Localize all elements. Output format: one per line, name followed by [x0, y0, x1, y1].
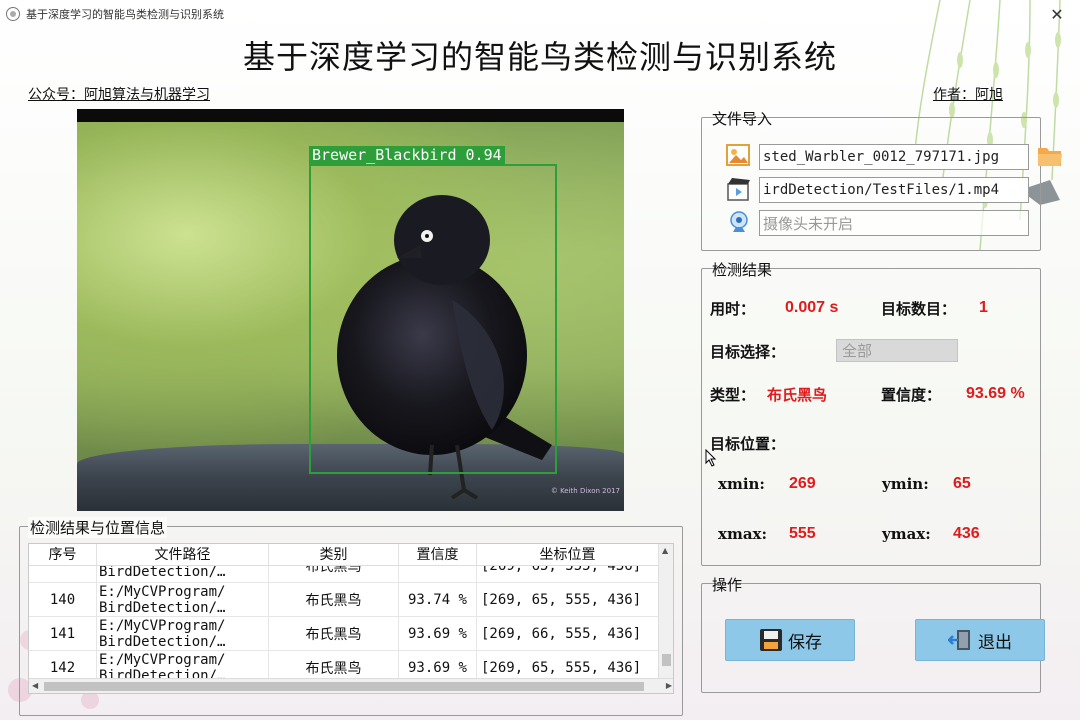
webcam-icon[interactable]	[728, 210, 750, 234]
operations-title: 操作	[712, 576, 743, 594]
exit-door-icon	[948, 630, 970, 650]
header-confidence[interactable]: 置信度	[399, 544, 477, 565]
xmin-value: 269	[789, 475, 816, 492]
wechat-account-link[interactable]: 公众号：阿旭算法与机器学习	[28, 84, 210, 104]
horizontal-scroll-thumb[interactable]	[44, 682, 644, 691]
path-line-1: E:/MyCVProgram/	[99, 617, 226, 634]
type-value: 布氏黑鸟	[767, 386, 828, 404]
file-import-group: 文件导入 sted_Warbler_0012_797171.jpg irdDet…	[701, 110, 1062, 251]
ymax-value: 436	[953, 525, 980, 542]
xmax-label: xmax:	[718, 525, 768, 543]
time-label: 用时：	[710, 300, 756, 318]
title-bar: 基于深度学习的智能鸟类检测与识别系统 ✕	[0, 0, 1080, 28]
row-file-path: E:/MyCVProgram/ BirdDetection/…	[97, 617, 269, 650]
detection-result-title: 检测结果	[712, 261, 773, 279]
video-file-icon[interactable]	[726, 176, 752, 202]
image-file-icon[interactable]	[726, 144, 750, 166]
save-button[interactable]: 保存	[725, 619, 855, 661]
author-link[interactable]: 作者：阿旭	[933, 84, 1003, 104]
scroll-up-icon[interactable]: ▲	[662, 546, 668, 555]
file-import-title: 文件导入	[712, 110, 773, 128]
scroll-right-icon[interactable]: ▶	[666, 681, 672, 690]
path-line-2: BirdDetection/…	[99, 633, 226, 650]
xmin-label: xmin:	[718, 475, 765, 493]
exit-button[interactable]: 退出	[915, 619, 1045, 661]
vertical-scroll-thumb[interactable]	[662, 654, 671, 666]
detection-label: Brewer_Blackbird 0.94	[309, 146, 505, 164]
image-path-field[interactable]: sted_Warbler_0012_797171.jpg	[759, 144, 1029, 170]
row-coordinates: [269, 65, 555, 436]	[477, 583, 659, 616]
header-class[interactable]: 类别	[269, 544, 399, 565]
main-window: 基于深度学习的智能鸟类检测与识别系统 ✕ 基于深度学习的智能鸟类检测与识别系统 …	[0, 0, 1080, 720]
results-table-title: 检测结果与位置信息	[28, 517, 168, 538]
row-confidence: 93.69 %	[399, 617, 477, 650]
row-class: 布氏黑鸟	[269, 583, 399, 616]
vertical-scrollbar[interactable]: ▲	[658, 544, 673, 679]
detection-bounding-box	[309, 164, 557, 474]
close-button[interactable]: ✕	[1034, 0, 1080, 28]
page-title: 基于深度学习的智能鸟类检测与识别系统	[242, 38, 837, 76]
row-class: 布氏黑鸟	[269, 617, 399, 650]
header-file-path[interactable]: 文件路径	[97, 544, 269, 565]
type-label: 类型：	[710, 386, 756, 404]
photo-watermark: © Keith Dixon 2017	[550, 487, 620, 495]
ymax-label: ymax:	[882, 525, 931, 543]
row-file-path: E:/MyCVProgram/ BirdDetection/…	[97, 583, 269, 616]
table-row[interactable]: 141 E:/MyCVProgram/ BirdDetection/… 布氏黑鸟…	[29, 617, 659, 651]
partial-path: BirdDetection/…	[99, 564, 226, 580]
target-position-label: 目标位置：	[710, 435, 786, 453]
mouse-cursor-icon	[705, 449, 717, 467]
table-row[interactable]: 140 E:/MyCVProgram/ BirdDetection/… 布氏黑鸟…	[29, 583, 659, 617]
header-coordinates[interactable]: 坐标位置	[477, 544, 659, 565]
path-line-1: E:/MyCVProgram/	[99, 583, 226, 600]
row-index: 140	[29, 583, 97, 616]
row-coordinates: [269, 66, 555, 436]	[477, 617, 659, 650]
target-count-value: 1	[979, 299, 988, 316]
path-line-1: E:/MyCVProgram/	[99, 651, 226, 668]
confidence-value: 93.69 %	[966, 385, 1025, 402]
table-header: 序号 文件路径 类别 置信度 坐标位置	[29, 544, 659, 566]
target-count-label: 目标数目：	[881, 300, 957, 318]
save-icon	[760, 629, 782, 651]
save-label: 保存	[788, 632, 822, 653]
video-path-field[interactable]: irdDetection/TestFiles/1.mp4	[759, 177, 1029, 203]
path-line-2: BirdDetection/…	[99, 599, 226, 616]
time-value: 0.007 s	[785, 299, 839, 316]
window-title: 基于深度学习的智能鸟类检测与识别系统	[26, 8, 224, 21]
results-table[interactable]: 序号 文件路径 类别 置信度 坐标位置 BirdDetection/… 布氏黑鸟…	[28, 543, 674, 694]
ymin-label: ymin:	[882, 475, 929, 493]
header-index[interactable]: 序号	[29, 544, 97, 565]
xmax-value: 555	[789, 525, 816, 542]
horizontal-scrollbar[interactable]: ◀ ▶	[29, 678, 673, 693]
app-icon	[6, 7, 20, 21]
image-display: Brewer_Blackbird 0.94 © Keith Dixon 2017	[77, 109, 624, 511]
row-confidence: 93.74 %	[399, 583, 477, 616]
target-select-label: 目标选择：	[710, 343, 786, 361]
camera-status-field[interactable]: 摄像头未开启	[759, 210, 1029, 236]
confidence-label: 置信度：	[881, 386, 942, 404]
folder-open-icon[interactable]	[1037, 144, 1063, 168]
row-index: 141	[29, 617, 97, 650]
target-select-dropdown[interactable]: 全部	[836, 339, 958, 362]
exit-label: 退出	[978, 632, 1012, 653]
scroll-left-icon[interactable]: ◀	[32, 681, 38, 690]
ymin-value: 65	[953, 475, 971, 492]
